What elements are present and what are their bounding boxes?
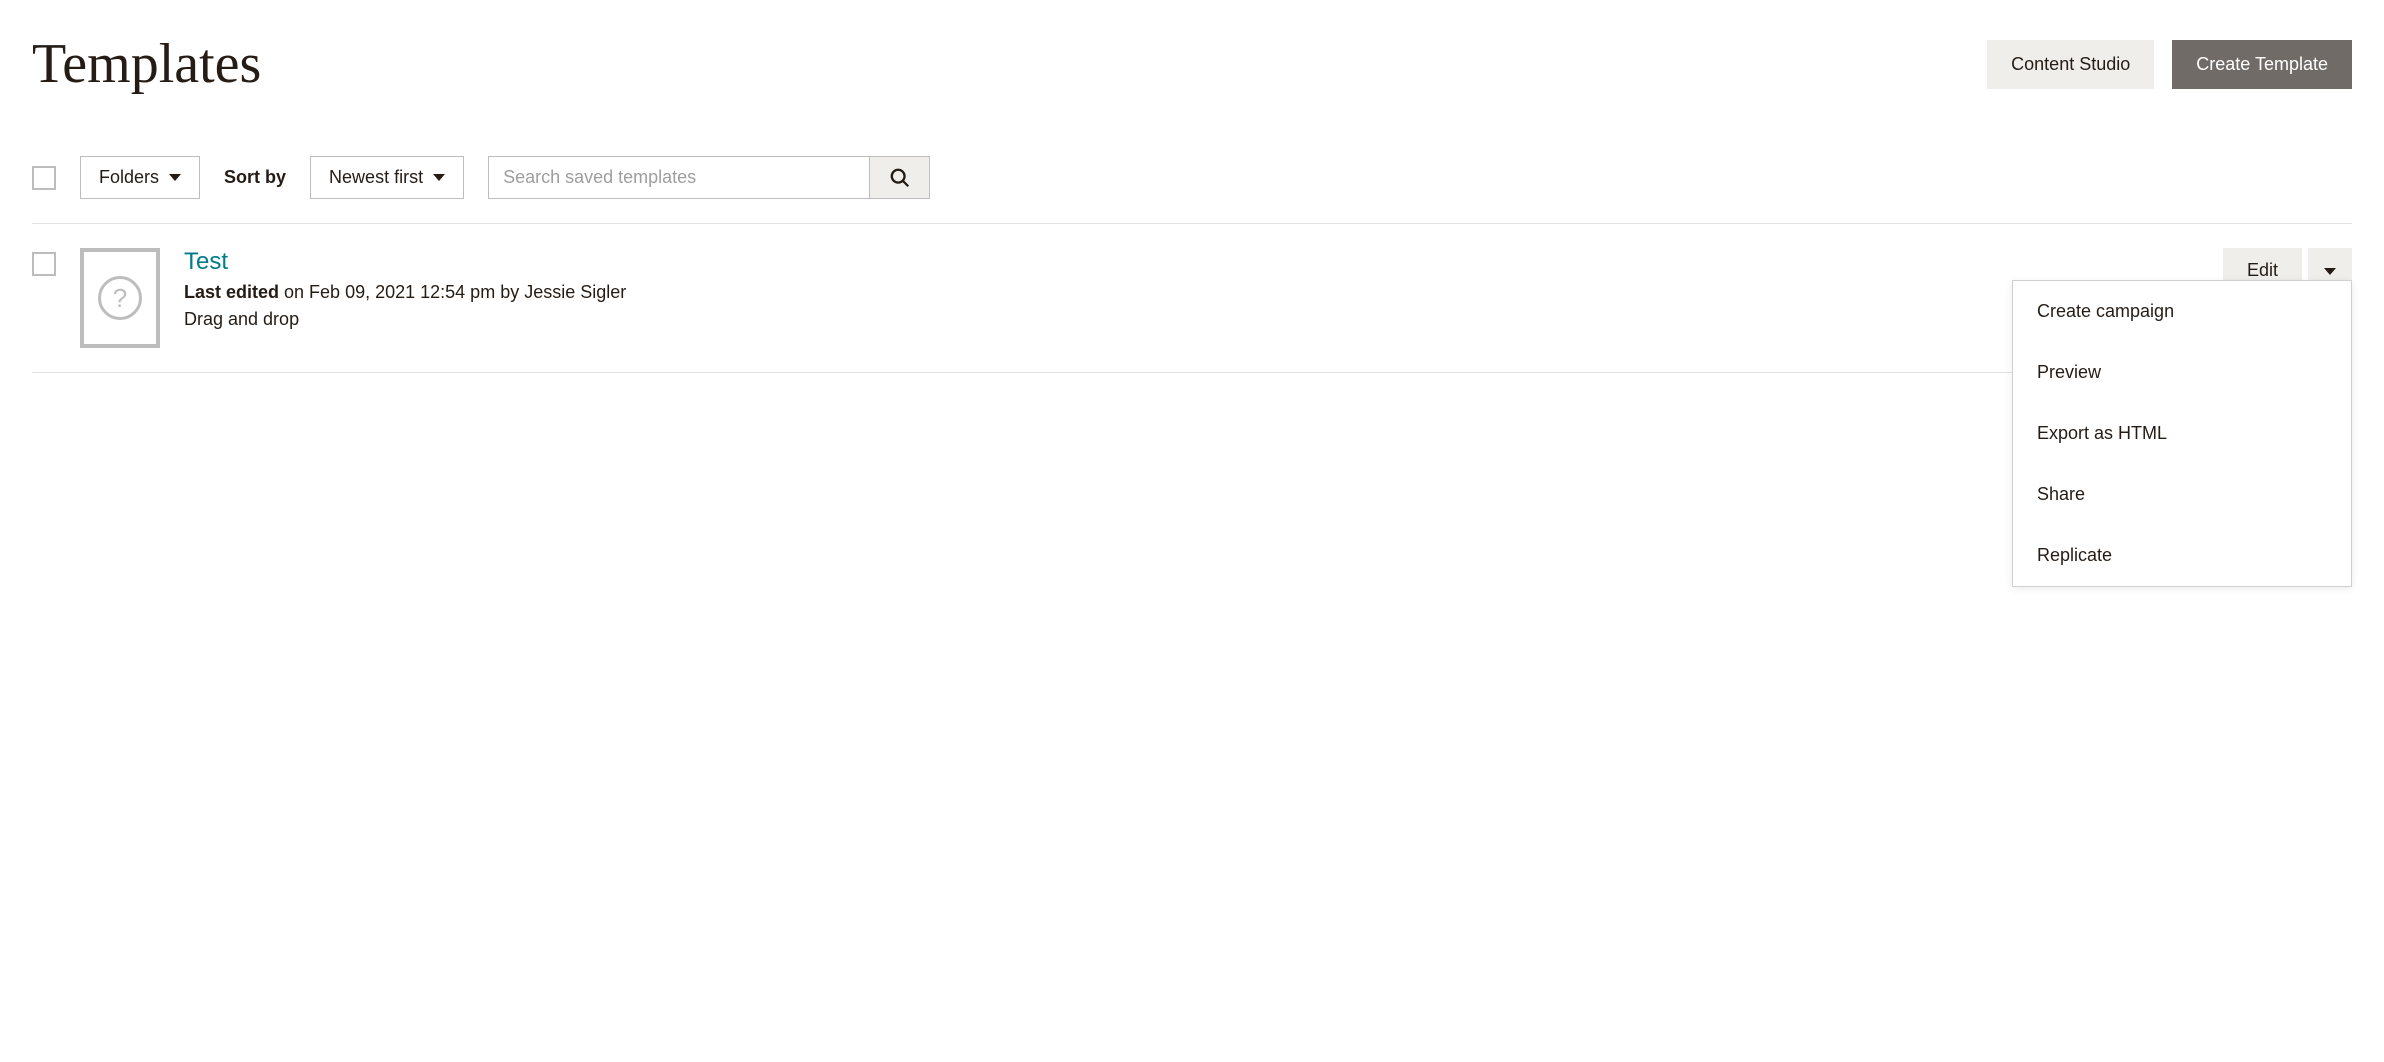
- dropdown-item-export-html[interactable]: Export as HTML: [2013, 403, 2351, 464]
- template-meta: Last edited on Feb 09, 2021 12:54 pm by …: [184, 282, 2199, 303]
- row-checkbox-wrap: [32, 248, 56, 276]
- dropdown-item-create-campaign[interactable]: Create campaign: [2013, 281, 2351, 342]
- page-title: Templates: [32, 32, 261, 96]
- chevron-down-icon: [169, 174, 181, 181]
- template-row: ? Test Last edited on Feb 09, 2021 12:54…: [32, 224, 2352, 373]
- toolbar: Folders Sort by Newest first: [32, 156, 2352, 224]
- search-icon: [889, 167, 911, 189]
- dropdown-menu: Create campaign Preview Export as HTML S…: [2012, 280, 2352, 587]
- search-button[interactable]: [869, 157, 929, 198]
- template-title[interactable]: Test: [184, 248, 2199, 276]
- page-header: Templates Content Studio Create Template: [32, 32, 2352, 96]
- content-studio-button[interactable]: Content Studio: [1987, 40, 2154, 89]
- last-edited-label: Last edited: [184, 282, 279, 302]
- chevron-down-icon: [433, 174, 445, 181]
- sort-selected: Newest first: [329, 167, 423, 188]
- template-thumbnail[interactable]: ?: [80, 248, 160, 348]
- sort-dropdown[interactable]: Newest first: [310, 156, 464, 199]
- dropdown-item-share[interactable]: Share: [2013, 464, 2351, 525]
- search-wrapper: [488, 156, 930, 199]
- folders-dropdown[interactable]: Folders: [80, 156, 200, 199]
- row-actions: Edit Create campaign Preview Export as H…: [2223, 248, 2352, 294]
- chevron-down-icon: [2324, 268, 2336, 275]
- last-edited-value: on Feb 09, 2021 12:54 pm by Jessie Sigle…: [279, 282, 626, 302]
- template-info: Test Last edited on Feb 09, 2021 12:54 p…: [184, 248, 2199, 330]
- row-checkbox[interactable]: [32, 252, 56, 276]
- select-all-checkbox[interactable]: [32, 166, 56, 190]
- folders-label: Folders: [99, 167, 159, 188]
- dropdown-item-replicate[interactable]: Replicate: [2013, 525, 2351, 586]
- dropdown-item-preview[interactable]: Preview: [2013, 342, 2351, 403]
- question-icon: ?: [98, 276, 142, 320]
- template-type: Drag and drop: [184, 309, 2199, 330]
- sortby-label: Sort by: [224, 167, 286, 188]
- header-buttons: Content Studio Create Template: [1987, 40, 2352, 89]
- search-input[interactable]: [489, 157, 869, 198]
- create-template-button[interactable]: Create Template: [2172, 40, 2352, 89]
